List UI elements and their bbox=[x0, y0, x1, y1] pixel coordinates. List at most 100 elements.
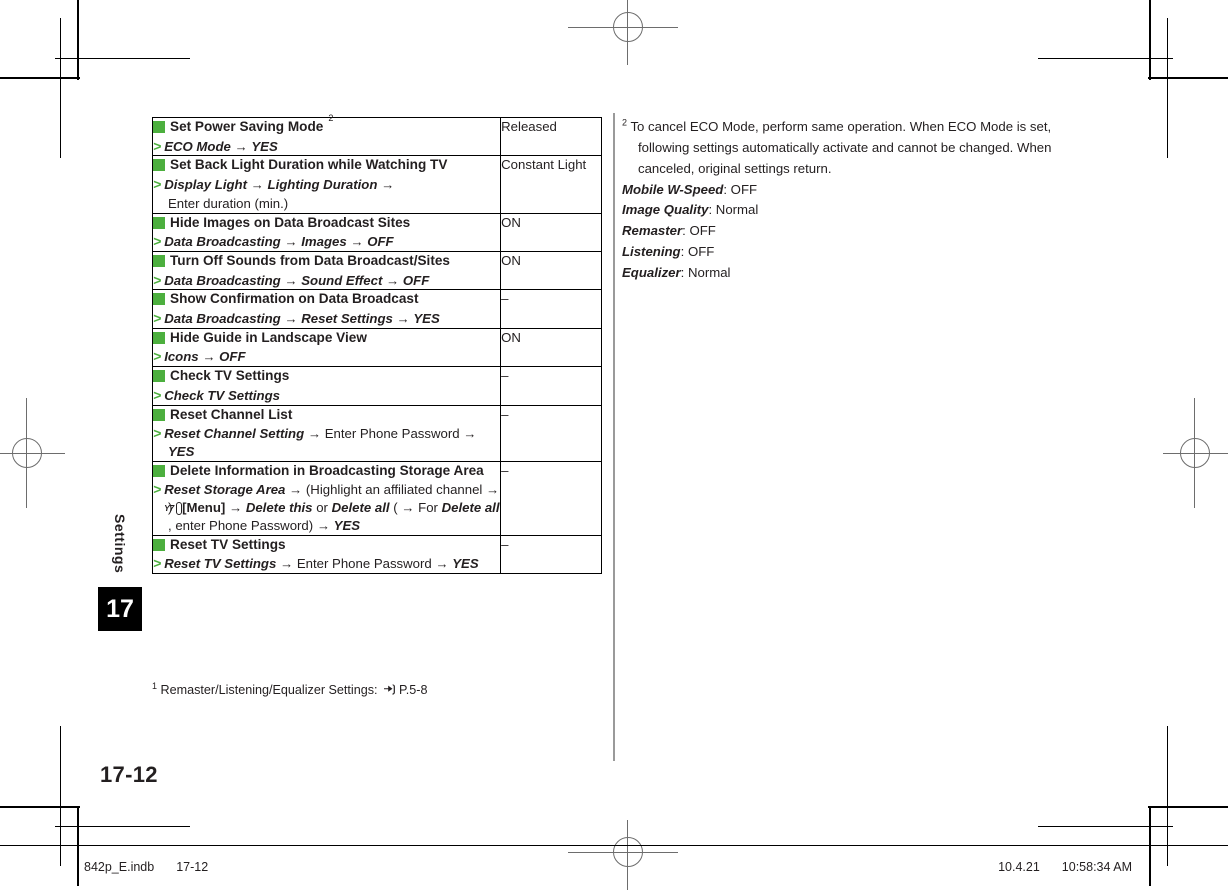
setting-step: > Display Light → Lighting Duration → bbox=[153, 175, 500, 194]
green-square-bullet-icon bbox=[153, 538, 165, 551]
eco-setting-value: : Normal bbox=[680, 265, 731, 281]
table-cell-value: Released bbox=[500, 116, 602, 157]
crop-mark-bottom-right-v bbox=[1149, 806, 1151, 886]
table-cell-value: – bbox=[500, 289, 602, 329]
table-cell-description: Hide Guide in Landscape View > Icons → OFF bbox=[151, 327, 502, 368]
table-row: Hide Images on Data Broadcast Sites > Data… bbox=[151, 212, 602, 252]
registration-mark-bottom bbox=[568, 820, 678, 890]
step-separator-arrow-icon: → bbox=[486, 482, 500, 498]
green-square-bullet-icon bbox=[153, 408, 165, 421]
note-paragraph-wrap: 2 To cancel ECO Mode, perform same opera… bbox=[622, 117, 1072, 180]
table-row: Show Confirmation on Data Broadcast > Data… bbox=[151, 289, 602, 329]
crop-mark-top-left-h2 bbox=[55, 58, 190, 59]
table-cell-value: ON bbox=[500, 327, 602, 368]
step-separator-arrow-icon: → bbox=[307, 426, 322, 442]
eco-setting-item: Listening: OFF bbox=[622, 242, 1072, 263]
setting-heading: Hide Images on Data Broadcast Sites bbox=[153, 214, 500, 232]
menu-item-name: Data Broadcasting bbox=[164, 234, 281, 250]
step-arrow-marker-icon: > bbox=[153, 386, 162, 403]
registration-mark-left bbox=[0, 398, 65, 508]
footer-left: 842p_E.indb 17-12 bbox=[84, 860, 208, 874]
note-paragraph: To cancel ECO Mode, perform same operati… bbox=[630, 119, 1052, 176]
table-cell-value: – bbox=[500, 366, 602, 406]
menu-item-name: OFF bbox=[219, 349, 246, 365]
setting-heading: Set Back Light Duration while Watching T… bbox=[153, 156, 500, 174]
setting-heading: Delete Information in Broadcasting Stora… bbox=[153, 462, 500, 480]
eco-setting-name: Image Quality bbox=[622, 202, 709, 218]
eco-setting-value: : OFF bbox=[682, 223, 716, 239]
step-arrow-marker-icon: > bbox=[153, 233, 162, 250]
table-row: Reset Channel List > Reset Channel Setting… bbox=[151, 404, 602, 462]
crop-mark-top-right-h bbox=[1148, 77, 1228, 79]
chapter-tab-number: 17 bbox=[98, 587, 142, 631]
menu-item-name: Delete all bbox=[331, 500, 390, 516]
menu-item-name: Data Broadcasting bbox=[164, 272, 281, 288]
menu-item-name: ECO Mode bbox=[164, 138, 231, 154]
crop-mark-top-left-v bbox=[77, 0, 79, 80]
menu-item-name: Icons bbox=[164, 349, 199, 365]
table-cell-value: – bbox=[500, 534, 602, 574]
step-separator-arrow-icon: → bbox=[401, 500, 415, 516]
footer-rule bbox=[0, 845, 1228, 846]
footer-time: 10:58:34 AM bbox=[1061, 860, 1132, 874]
setting-heading-text: Set Back Light Duration while Watching T… bbox=[170, 157, 448, 173]
footer-date: 10.4.21 bbox=[998, 860, 1040, 874]
setting-heading-text: Delete Information in Broadcasting Stora… bbox=[170, 462, 484, 478]
footer-page: 17-12 bbox=[176, 860, 209, 874]
menu-item-name: YES bbox=[168, 444, 195, 460]
menu-item-name: Data Broadcasting bbox=[164, 311, 281, 327]
footnote-reference: P.5-8 bbox=[399, 683, 428, 697]
setting-heading: Set Power Saving Mode 2 bbox=[153, 114, 500, 136]
setting-heading-text: Set Power Saving Mode bbox=[170, 119, 324, 134]
step-separator-arrow-icon: → bbox=[284, 234, 298, 250]
setting-step: > ECO Mode → YES bbox=[153, 137, 500, 156]
step-separator-arrow-icon: → bbox=[316, 517, 330, 533]
step-separator-arrow-icon: → bbox=[396, 311, 410, 327]
menu-item-name: YES bbox=[452, 556, 479, 572]
table-row: Check TV Settings > Check TV Settings – bbox=[151, 366, 602, 406]
footnote-marker: 1 bbox=[152, 680, 158, 691]
setting-step: > Data Broadcasting → Sound Effect → OFF bbox=[153, 271, 500, 290]
step-text: Enter duration (min.) bbox=[168, 195, 289, 211]
step-separator-arrow-icon: → bbox=[279, 556, 294, 572]
manual-page: Settings 17 Set Power Saving Mode 2 > ECO M… bbox=[0, 0, 1228, 890]
step-separator-arrow-icon: → bbox=[435, 556, 449, 572]
eco-setting-item: Remaster: OFF bbox=[622, 221, 1072, 242]
softkey-label: [Menu] bbox=[182, 500, 226, 516]
menu-item-name: Images bbox=[301, 234, 347, 250]
green-square-bullet-icon bbox=[153, 464, 165, 477]
menu-item-name: Reset Channel Setting bbox=[164, 426, 305, 442]
step-arrow-marker-icon: > bbox=[153, 481, 162, 498]
table-row: Hide Guide in Landscape View > Icons → OFF… bbox=[151, 327, 602, 368]
setting-heading-text: Hide Guide in Landscape View bbox=[170, 329, 367, 345]
step-arrow-marker-icon: > bbox=[153, 137, 162, 154]
table-cell-description: Delete Information in Broadcasting Stora… bbox=[151, 460, 502, 536]
eco-setting-value: : OFF bbox=[723, 181, 758, 197]
pointing-hand-icon bbox=[383, 683, 398, 699]
step-separator-arrow-icon: → bbox=[350, 234, 364, 250]
setting-heading: Check TV Settings bbox=[153, 367, 500, 385]
crop-mark-bottom-right-h2 bbox=[1038, 826, 1173, 827]
menu-item-name: YES bbox=[333, 517, 361, 533]
step-separator-arrow-icon: → bbox=[284, 272, 298, 288]
right-column-note: 2 To cancel ECO Mode, perform same opera… bbox=[622, 117, 1072, 284]
table-cell-value: – bbox=[500, 404, 602, 462]
table-cell-description: Set Power Saving Mode 2 > ECO Mode → YES bbox=[151, 114, 502, 157]
step-arrow-marker-icon: > bbox=[153, 271, 162, 288]
menu-item-name: Reset Storage Area bbox=[164, 482, 286, 498]
chapter-tab: Settings 17 bbox=[98, 505, 142, 631]
crop-mark-bottom-left-h2 bbox=[55, 826, 190, 827]
table-body: Set Power Saving Mode 2 > ECO Mode → YES Re… bbox=[151, 114, 602, 574]
step-arrow-marker-icon: > bbox=[153, 310, 162, 327]
table-cell-description: Show Confirmation on Data Broadcast > Data… bbox=[151, 289, 502, 329]
eco-setting-name: Mobile W-Speed bbox=[622, 181, 724, 197]
page-number: 17-12 bbox=[100, 762, 158, 787]
step-text: , enter Phone Password) bbox=[168, 517, 314, 533]
eco-setting-item: Mobile W-Speed: OFF bbox=[622, 180, 1072, 201]
setting-heading: Reset Channel List bbox=[153, 406, 500, 424]
setting-heading-text: Reset TV Settings bbox=[170, 536, 286, 552]
step-separator-arrow-icon: → bbox=[289, 482, 303, 498]
step-separator-arrow-icon: → bbox=[284, 311, 298, 327]
setting-step: > Reset Channel Setting → Enter Phone Pas… bbox=[153, 424, 500, 460]
table-cell-value: – bbox=[500, 460, 602, 536]
